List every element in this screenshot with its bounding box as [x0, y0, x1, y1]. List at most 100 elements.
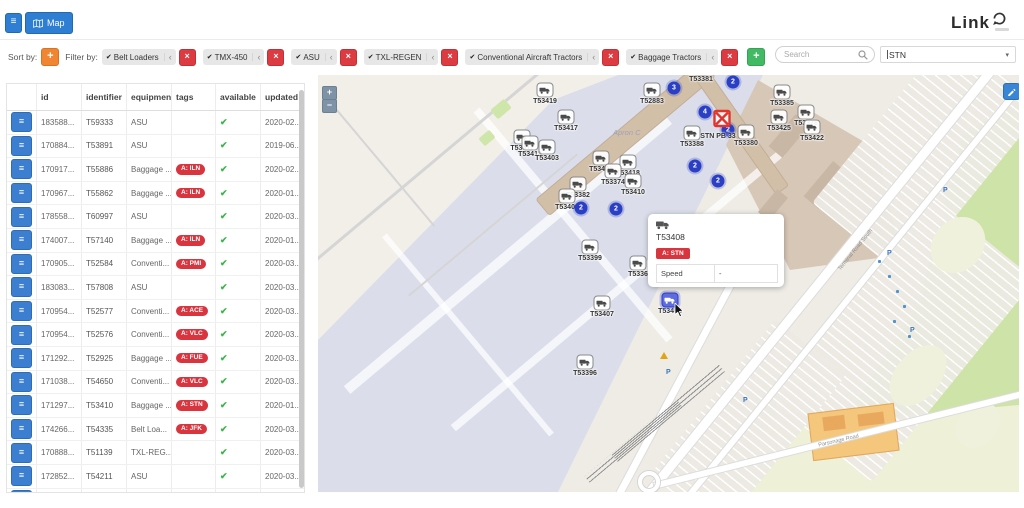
table-row[interactable]: ≡ 183588... T59333 ASU ✔ 2020-02...	[7, 111, 304, 135]
table-row[interactable]: ≡ 171297... T53410 Baggage ... A: STN ✔ …	[7, 394, 304, 418]
row-equipment-link[interactable]: ASU	[127, 135, 172, 158]
row-equipment-link[interactable]: Baggage ...	[127, 394, 172, 417]
vehicle-marker[interactable]	[625, 174, 642, 189]
zoom-in-button[interactable]: +	[322, 86, 337, 100]
crossed-out-marker[interactable]	[713, 110, 731, 133]
table-row[interactable]: ≡ 172889... T54332 Belt Loa... A: JFK ✔ …	[7, 489, 304, 494]
row-menu-button[interactable]: ≡	[11, 207, 32, 227]
header-updated[interactable]: updated	[261, 84, 304, 110]
filter-chip[interactable]: ✔ Belt Loaders ‹	[102, 49, 176, 65]
chip-caret-icon[interactable]: ‹	[587, 53, 595, 61]
row-equipment-link[interactable]: Baggage ...	[127, 347, 172, 370]
vehicle-marker[interactable]	[559, 189, 576, 204]
row-menu-button[interactable]: ≡	[11, 325, 32, 345]
table-row[interactable]: ≡ 170917... T55886 Baggage ... A: ILN ✔ …	[7, 158, 304, 182]
vehicle-marker[interactable]	[798, 105, 815, 120]
row-menu-button[interactable]: ≡	[11, 348, 32, 368]
vehicle-marker[interactable]	[684, 126, 701, 141]
chip-caret-icon[interactable]: ‹	[252, 53, 260, 61]
table-row[interactable]: ≡ 171038... T54650 Conventi... A: VLC ✔ …	[7, 371, 304, 395]
row-equipment-link[interactable]: Belt Loa...	[127, 489, 172, 494]
chip-remove-button[interactable]: ×	[602, 49, 619, 66]
table-row[interactable]: ≡ 170954... T52577 Conventi... A: ACE ✔ …	[7, 300, 304, 324]
vehicle-marker[interactable]	[577, 355, 594, 370]
map-canvas[interactable]: Apron C Terminal Road South Parsonage Ro…	[318, 75, 1019, 492]
table-row[interactable]: ≡ 174007... T57140 Baggage ... A: ILN ✔ …	[7, 229, 304, 253]
add-filter-button[interactable]: +	[747, 48, 765, 66]
row-equipment-link[interactable]: Conventi...	[127, 371, 172, 394]
search-input[interactable]	[782, 49, 858, 60]
filter-chip[interactable]: ✔ TXL-REGEN ‹	[364, 49, 439, 65]
cluster-marker[interactable]: 2	[689, 160, 702, 173]
vehicle-marker[interactable]	[644, 83, 661, 98]
vehicle-marker[interactable]	[738, 125, 755, 140]
row-menu-button[interactable]: ≡	[11, 395, 32, 415]
row-equipment-link[interactable]: Conventi...	[127, 300, 172, 323]
zoom-out-button[interactable]: −	[322, 99, 337, 113]
chip-remove-button[interactable]: ×	[267, 49, 284, 66]
row-equipment-link[interactable]: ASU	[127, 465, 172, 488]
row-menu-button[interactable]: ≡	[11, 372, 32, 392]
table-row[interactable]: ≡ 170954... T52576 Conventi... A: VLC ✔ …	[7, 323, 304, 347]
header-available[interactable]: available	[216, 84, 261, 110]
table-row[interactable]: ≡ 172852... T54211 ASU ✔ 2020-03...	[7, 465, 304, 489]
row-menu-button[interactable]: ≡	[11, 112, 32, 132]
chip-remove-button[interactable]: ×	[179, 49, 196, 66]
table-row[interactable]: ≡ 170884... T53891 ASU ✔ 2019-06...	[7, 135, 304, 159]
header-equipment[interactable]: equipment	[127, 84, 172, 110]
filter-chip[interactable]: ✔ ASU ‹	[291, 49, 336, 65]
vehicle-marker[interactable]	[774, 85, 791, 100]
filter-chip[interactable]: ✔ TMX-450 ‹	[203, 49, 265, 65]
cluster-marker[interactable]: 2	[712, 175, 725, 188]
region-select[interactable]: STN ▾	[880, 46, 1016, 63]
header-id[interactable]: id	[37, 84, 82, 110]
row-equipment-link[interactable]: Baggage ...	[127, 229, 172, 252]
table-row[interactable]: ≡ 170905... T52584 Conventi... A: PMI ✔ …	[7, 253, 304, 277]
header-tags[interactable]: tags	[172, 84, 216, 110]
chip-caret-icon[interactable]: ‹	[164, 53, 172, 61]
row-menu-button[interactable]: ≡	[11, 419, 32, 439]
row-menu-button[interactable]: ≡	[11, 183, 32, 203]
cluster-marker[interactable]: 3	[668, 82, 681, 95]
vehicle-marker[interactable]	[522, 136, 539, 151]
row-equipment-link[interactable]: Baggage ...	[127, 158, 172, 181]
vehicle-marker[interactable]	[630, 256, 647, 271]
chip-remove-button[interactable]: ×	[441, 49, 458, 66]
row-menu-button[interactable]: ≡	[11, 490, 32, 493]
row-equipment-link[interactable]: TXL-REG...	[127, 441, 172, 464]
chip-remove-button[interactable]: ×	[340, 49, 357, 66]
row-equipment-link[interactable]: Conventi...	[127, 253, 172, 276]
vehicle-marker[interactable]	[537, 83, 554, 98]
row-equipment-link[interactable]: ASU	[127, 111, 172, 134]
vehicle-marker[interactable]	[804, 120, 821, 135]
hamburger-menu-button[interactable]: ≡	[5, 13, 22, 33]
map-tab-button[interactable]: Map	[25, 12, 73, 34]
vehicle-marker[interactable]	[605, 164, 622, 179]
cluster-marker[interactable]: 2	[610, 203, 623, 216]
vehicle-marker[interactable]	[594, 296, 611, 311]
table-row[interactable]: ≡ 170888... T51139 TXL-REG... ✔ 2020-03.…	[7, 441, 304, 465]
filter-chip[interactable]: ✔ Conventional Aircraft Tractors ‹	[465, 49, 599, 65]
table-row[interactable]: ≡ 174266... T54335 Belt Loa... A: JFK ✔ …	[7, 418, 304, 442]
row-menu-button[interactable]: ≡	[11, 466, 32, 486]
row-equipment-link[interactable]: Conventi...	[127, 323, 172, 346]
vehicle-marker[interactable]	[582, 240, 599, 255]
row-equipment-link[interactable]: Belt Loa...	[127, 418, 172, 441]
table-row[interactable]: ≡ 170967... T55862 Baggage ... A: ILN ✔ …	[7, 182, 304, 206]
filter-chip[interactable]: ✔ Baggage Tractors ‹	[626, 49, 718, 65]
vehicle-marker[interactable]	[558, 110, 575, 125]
row-menu-button[interactable]: ≡	[11, 277, 32, 297]
chip-remove-button[interactable]: ×	[721, 49, 738, 66]
cluster-marker[interactable]: 2	[727, 76, 740, 89]
table-row[interactable]: ≡ 183083... T57808 ASU ✔ 2020-03...	[7, 276, 304, 300]
row-menu-button[interactable]: ≡	[11, 301, 32, 321]
vehicle-marker[interactable]	[771, 110, 788, 125]
vehicle-marker[interactable]	[539, 140, 556, 155]
row-menu-button[interactable]: ≡	[11, 230, 32, 250]
row-equipment-link[interactable]: Baggage ...	[127, 182, 172, 205]
chip-caret-icon[interactable]: ‹	[426, 53, 434, 61]
cluster-marker[interactable]: 2	[575, 202, 588, 215]
row-menu-button[interactable]: ≡	[11, 254, 32, 274]
table-scrollbar[interactable]	[299, 90, 304, 488]
row-menu-button[interactable]: ≡	[11, 443, 32, 463]
